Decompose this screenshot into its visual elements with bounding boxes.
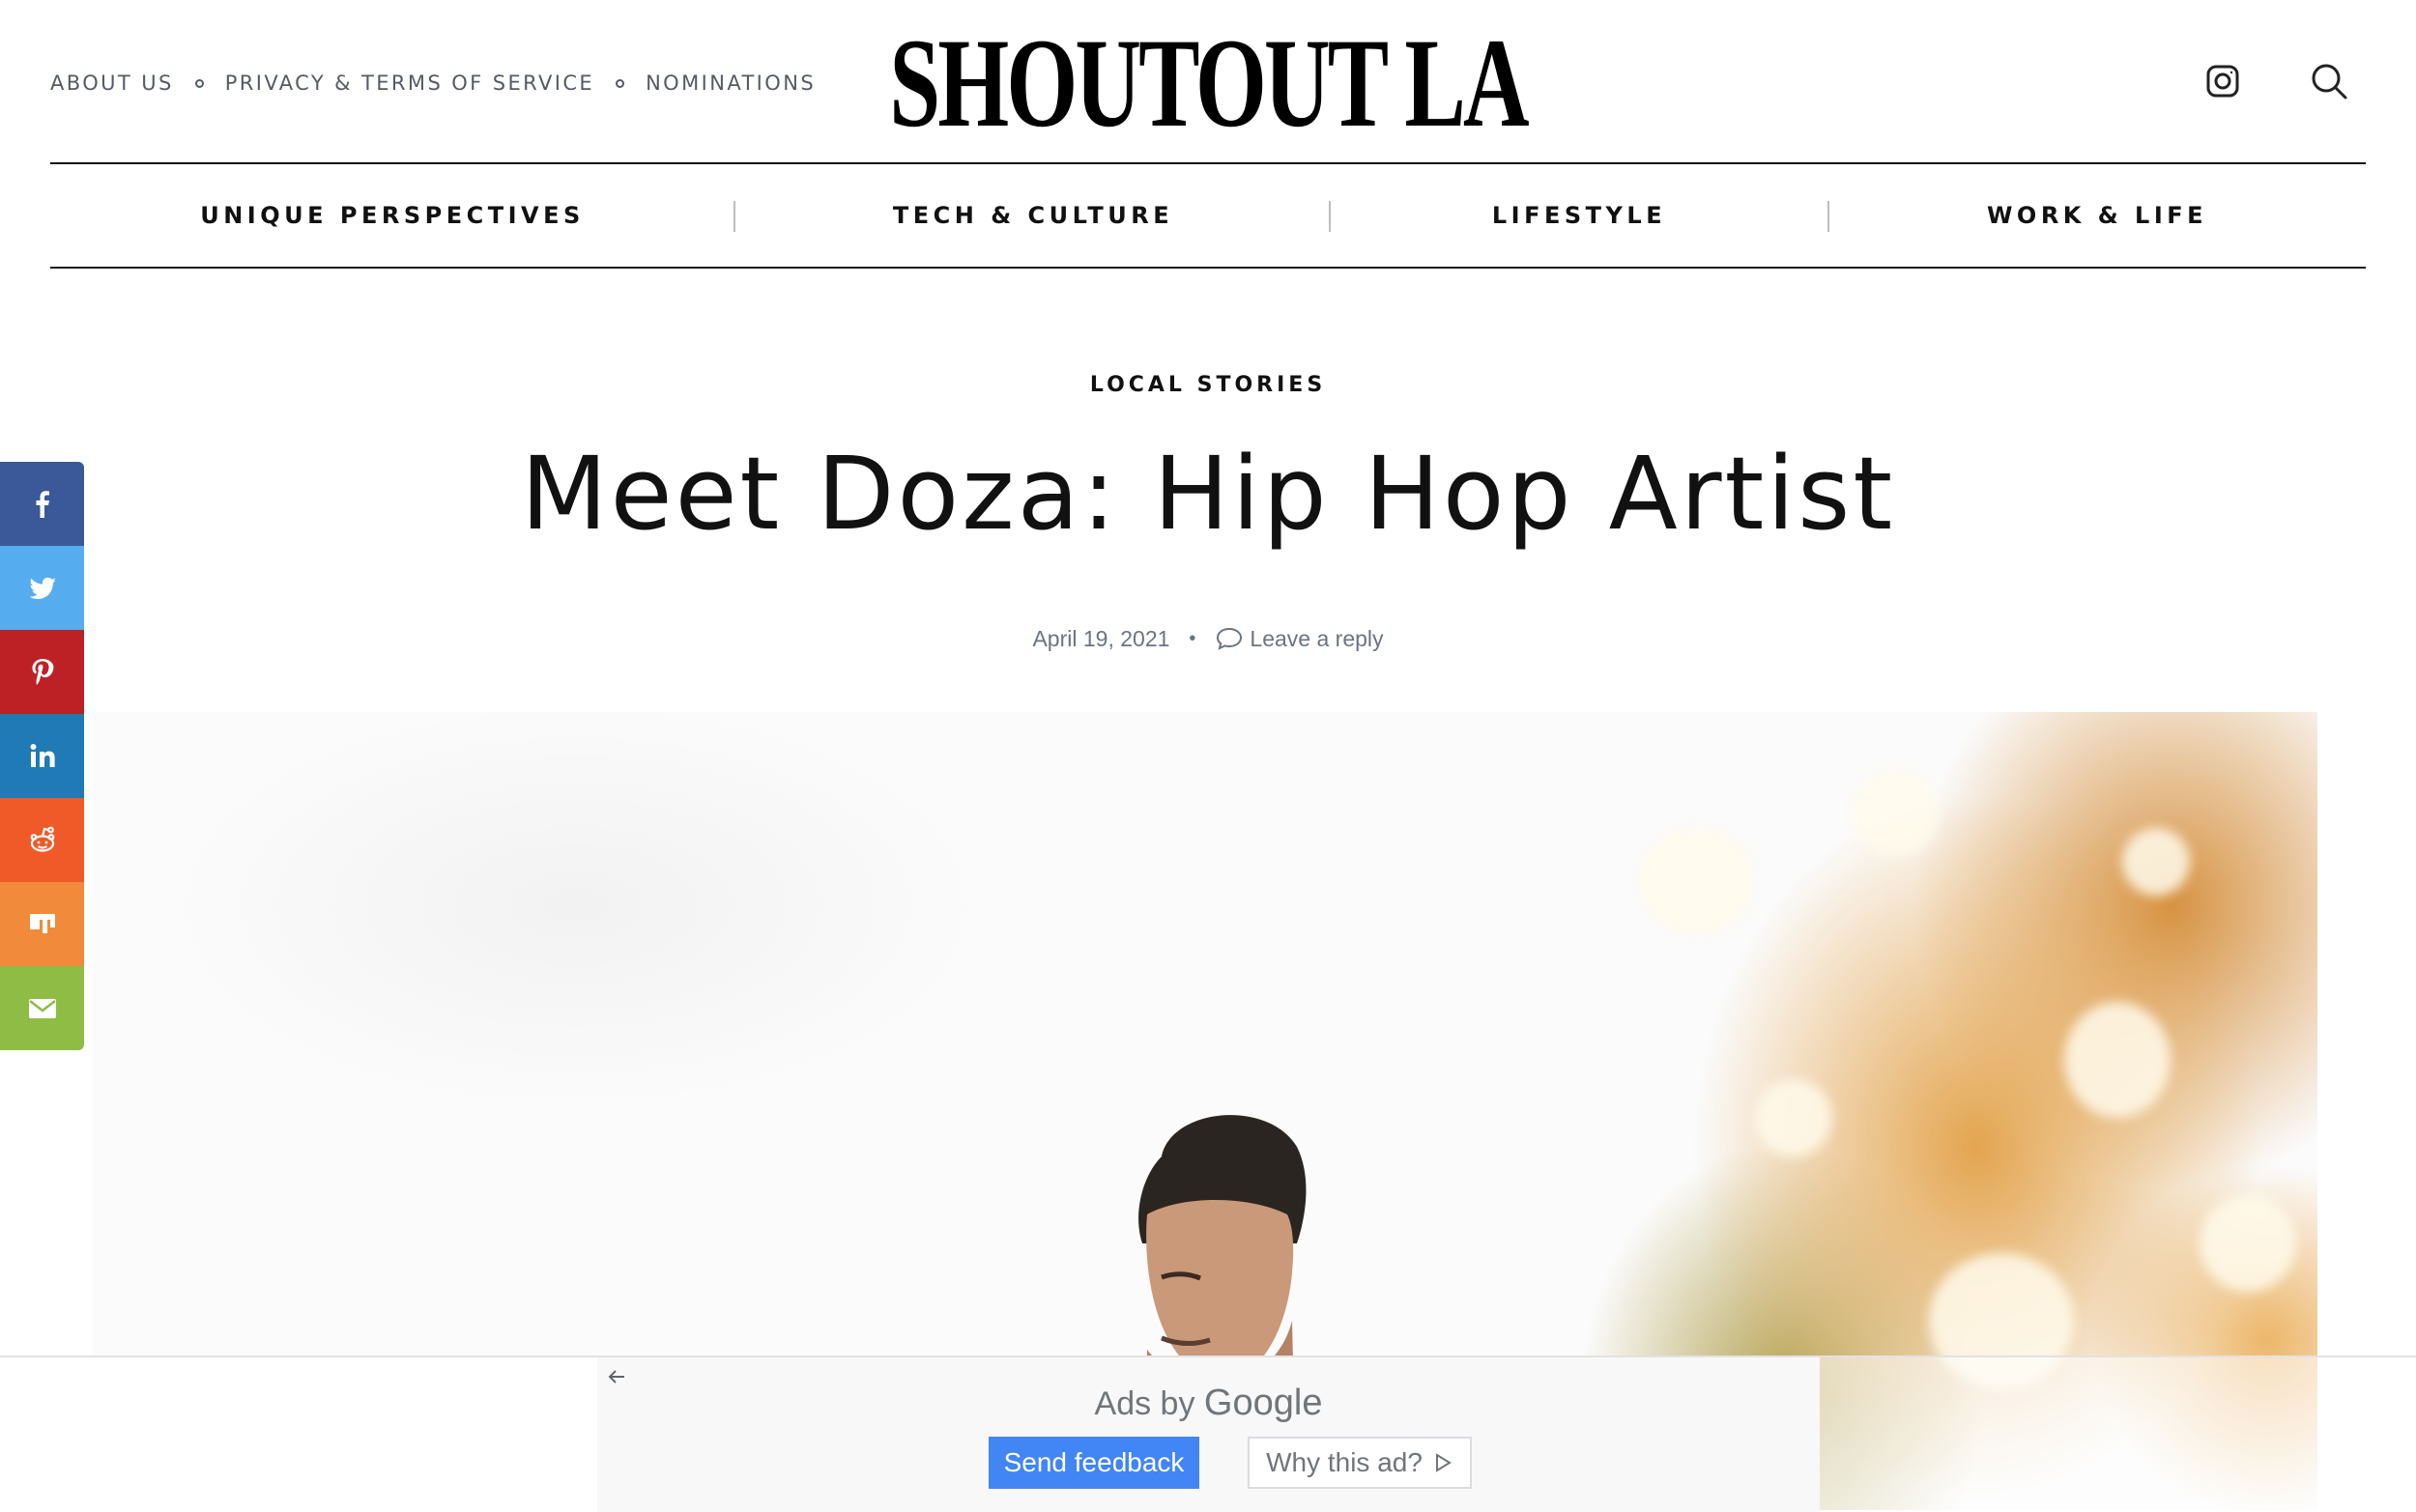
linkedin-icon bbox=[30, 743, 55, 767]
leave-reply-label: Leave a reply bbox=[1250, 625, 1384, 651]
ads-by-prefix: Ads by bbox=[1094, 1385, 1195, 1422]
ads-by-google-label: Ads by Google bbox=[597, 1383, 1820, 1424]
nav-divider bbox=[733, 201, 735, 232]
article-date[interactable]: April 19, 2021 bbox=[1032, 626, 1169, 652]
nav-divider bbox=[1827, 201, 1829, 232]
privacy-terms-link[interactable]: PRIVACY & TERMS OF SERVICE bbox=[225, 71, 594, 95]
why-this-ad-label: Why this ad? bbox=[1266, 1447, 1423, 1477]
separator-dot bbox=[616, 78, 625, 88]
twitter-share-button[interactable] bbox=[0, 546, 84, 630]
facebook-icon bbox=[36, 490, 49, 518]
pinterest-share-button[interactable] bbox=[0, 630, 84, 714]
facebook-share-button[interactable] bbox=[0, 462, 84, 546]
nav-lifestyle[interactable]: LIFESTYLE bbox=[1492, 164, 1666, 267]
article-meta: April 19, 2021 • Leave a reply bbox=[0, 624, 2416, 653]
about-us-link[interactable]: ABOUT US bbox=[50, 71, 174, 95]
top-links: ABOUT US PRIVACY & TERMS OF SERVICE NOMI… bbox=[50, 71, 816, 95]
site-logo[interactable]: SHOUTOUT LA bbox=[889, 12, 1529, 154]
article-title: Meet Doza: Hip Hop Artist bbox=[520, 435, 1896, 553]
social-share-bar bbox=[0, 462, 84, 1050]
article-category[interactable]: LOCAL STORIES bbox=[0, 373, 2416, 397]
nav-divider bbox=[1329, 201, 1331, 232]
separator-dot bbox=[194, 78, 204, 88]
mix-share-button[interactable] bbox=[0, 882, 84, 966]
nav-unique-perspectives[interactable]: UNIQUE PERSPECTIVES bbox=[200, 164, 585, 267]
play-icon bbox=[1435, 1453, 1452, 1472]
instagram-icon[interactable] bbox=[2203, 62, 2242, 100]
why-this-ad-button[interactable]: Why this ad? bbox=[1248, 1437, 1472, 1489]
reddit-icon bbox=[30, 826, 54, 852]
linkedin-share-button[interactable] bbox=[0, 714, 84, 798]
google-brand: Google bbox=[1203, 1383, 1323, 1423]
email-icon bbox=[28, 998, 56, 1018]
leave-reply-link[interactable]: Leave a reply bbox=[1215, 624, 1384, 653]
search-icon[interactable] bbox=[2310, 62, 2348, 100]
pinterest-icon bbox=[32, 658, 53, 685]
send-feedback-button[interactable]: Send feedback bbox=[989, 1437, 1199, 1489]
twitter-icon bbox=[28, 577, 56, 599]
nav-work-life[interactable]: WORK & LIFE bbox=[1987, 164, 2207, 267]
ad-box: Ads by Google Send feedback Why this ad? bbox=[597, 1357, 1820, 1512]
reddit-share-button[interactable] bbox=[0, 798, 84, 882]
ad-banner: Ads by Google Send feedback Why this ad? bbox=[0, 1355, 2416, 1512]
email-share-button[interactable] bbox=[0, 966, 84, 1050]
comment-icon bbox=[1217, 627, 1243, 650]
nav-tech-culture[interactable]: TECH & CULTURE bbox=[893, 164, 1173, 267]
meta-separator: • bbox=[1189, 627, 1196, 649]
main-nav: UNIQUE PERSPECTIVES TECH & CULTURE LIFES… bbox=[50, 162, 2366, 269]
mix-icon bbox=[29, 913, 55, 933]
nominations-link[interactable]: NOMINATIONS bbox=[646, 71, 816, 95]
